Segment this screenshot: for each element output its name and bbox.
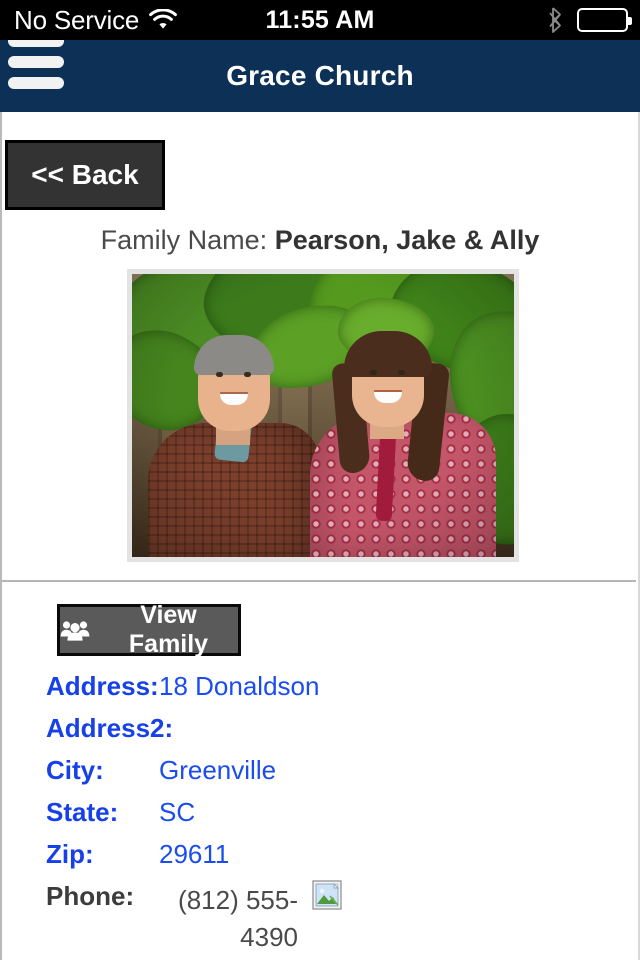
phone-label: Phone: — [46, 881, 135, 911]
family-photo — [132, 274, 514, 557]
section-divider — [2, 580, 636, 582]
family-details-list: Address: 18 Donaldson Address2: City: Gr… — [46, 672, 606, 960]
family-photo-frame — [127, 269, 519, 562]
broken-image-icon — [312, 880, 342, 910]
detail-row-address: Address: 18 Donaldson — [46, 672, 606, 714]
state-label: State: — [46, 797, 119, 827]
address-label: Address: — [46, 671, 159, 701]
family-name-label: Family Name: — [100, 225, 268, 255]
page-content: << Back Family Name: Pearson, Jake & All… — [0, 112, 640, 960]
phone-screen: No Service 11:55 AM Grace Church << Back… — [0, 0, 640, 960]
detail-row-state: State: SC — [46, 798, 606, 840]
battery-icon — [577, 8, 632, 32]
clock-label: 11:55 AM — [265, 5, 375, 34]
status-bar: No Service 11:55 AM — [0, 0, 640, 40]
address-value: 18 Donaldson — [159, 671, 320, 701]
navigation-bar: Grace Church — [0, 35, 640, 112]
detail-row-zip: Zip: 29611 — [46, 840, 606, 882]
view-family-label: View Family — [128, 601, 209, 658]
detail-row-city: City: Greenville — [46, 756, 606, 798]
state-value: SC — [159, 797, 196, 827]
back-button[interactable]: << Back — [5, 140, 165, 210]
zip-value: 29611 — [159, 839, 230, 869]
family-name-row: Family Name: Pearson, Jake & Ally — [2, 225, 638, 256]
app-title: Grace Church — [226, 60, 414, 91]
phone-value[interactable]: (812) 555-4390 — [176, 882, 298, 956]
view-family-button[interactable]: View Family — [57, 601, 241, 658]
family-name-value: Pearson, Jake & Ally — [274, 225, 540, 255]
city-value: Greenville — [159, 755, 277, 785]
zip-label: Zip: — [46, 839, 94, 869]
detail-row-address2: Address2: — [46, 714, 606, 756]
status-bar-right — [547, 7, 632, 33]
bluetooth-icon — [547, 7, 565, 33]
address2-label: Address2: — [46, 713, 174, 743]
users-group-icon — [60, 619, 90, 641]
city-label: City: — [46, 755, 104, 785]
photo-vignette — [132, 274, 514, 557]
detail-row-phone: Phone: (812) 555-4390 — [46, 880, 606, 960]
